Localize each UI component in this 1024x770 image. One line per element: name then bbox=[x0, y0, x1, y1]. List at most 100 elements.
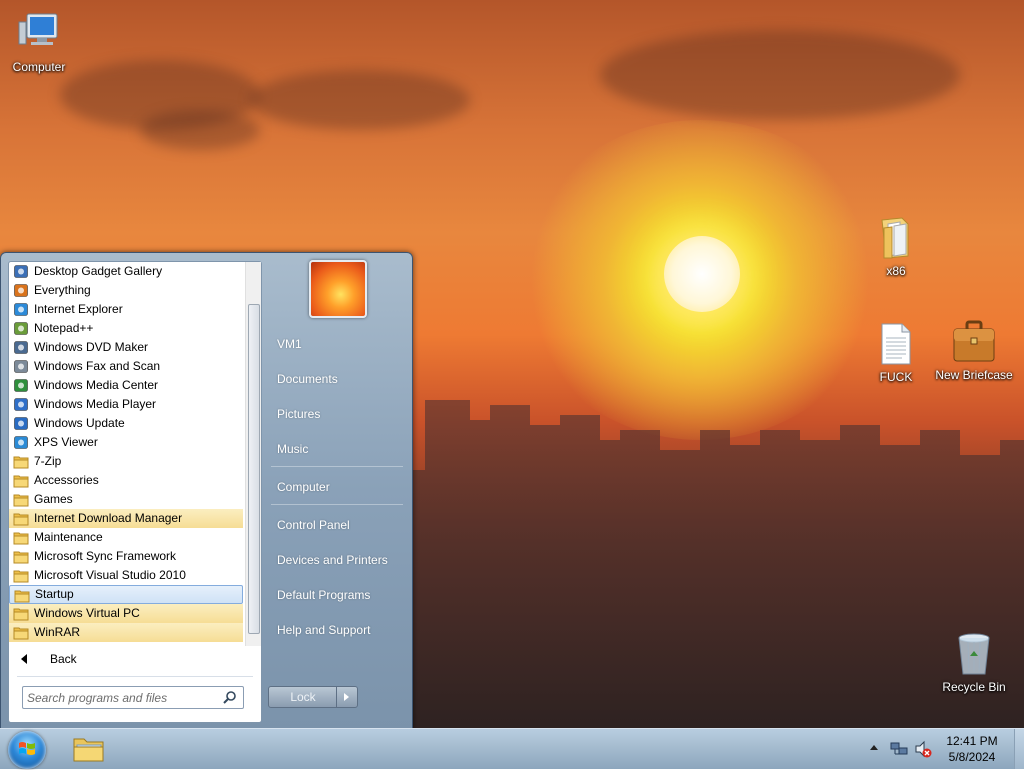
network-icon[interactable] bbox=[890, 741, 908, 757]
windows-logo-icon bbox=[19, 742, 35, 755]
dvd-icon bbox=[13, 340, 29, 355]
folder-icon bbox=[13, 530, 29, 545]
program-item[interactable]: Internet Download Manager bbox=[9, 509, 243, 528]
text-file-icon bbox=[872, 320, 920, 368]
user-picture[interactable] bbox=[309, 260, 367, 318]
start-menu-link-devices-and-printers[interactable]: Devices and Printers bbox=[269, 545, 413, 575]
program-item[interactable]: Internet Explorer bbox=[9, 300, 243, 319]
program-item[interactable]: Microsoft Visual Studio 2010 bbox=[9, 566, 243, 585]
program-label: Microsoft Sync Framework bbox=[34, 549, 177, 563]
media-center-icon bbox=[13, 378, 29, 393]
clock-date: 5/8/2024 bbox=[948, 750, 996, 764]
search-icon[interactable] bbox=[223, 690, 237, 704]
start-menu-link-user[interactable]: VM1 bbox=[269, 329, 413, 359]
search-box[interactable] bbox=[22, 686, 244, 709]
program-item[interactable]: Notepad++ bbox=[9, 319, 243, 338]
program-item[interactable]: Windows Media Player bbox=[9, 395, 243, 414]
program-item[interactable]: Startup bbox=[9, 585, 243, 604]
program-item[interactable]: 7-Zip bbox=[9, 452, 243, 471]
programs-scrollbar[interactable] bbox=[245, 262, 261, 646]
program-item[interactable]: Games bbox=[9, 490, 243, 509]
desktop-icon-label: Computer bbox=[12, 60, 66, 74]
start-menu-link-pictures[interactable]: Pictures bbox=[269, 399, 413, 429]
program-label: Internet Explorer bbox=[34, 302, 123, 316]
folder-icon bbox=[13, 568, 29, 583]
program-item[interactable]: WinRAR bbox=[9, 623, 243, 642]
update-icon bbox=[13, 416, 29, 431]
all-programs-list: Desktop Gadget Gallery Everything Internet… bbox=[9, 262, 243, 646]
briefcase-icon bbox=[950, 318, 998, 366]
fax-icon bbox=[13, 359, 29, 374]
program-label: Windows Update bbox=[34, 416, 125, 430]
start-menu-link-help-and-support[interactable]: Help and Support bbox=[269, 615, 413, 645]
desktop-icon-text-file[interactable]: FUCK bbox=[851, 320, 941, 384]
program-item[interactable]: XPS Viewer bbox=[9, 433, 243, 452]
program-label: XPS Viewer bbox=[34, 435, 98, 449]
scrollbar-thumb[interactable] bbox=[248, 304, 260, 634]
start-menu-link-control-panel[interactable]: Control Panel bbox=[269, 510, 413, 540]
back-label: Back bbox=[50, 652, 77, 666]
divider bbox=[271, 466, 403, 467]
program-item[interactable]: Windows Fax and Scan bbox=[9, 357, 243, 376]
program-label: Desktop Gadget Gallery bbox=[34, 264, 163, 278]
program-label: Maintenance bbox=[34, 530, 103, 544]
program-item[interactable]: Maintenance bbox=[9, 528, 243, 547]
shutdown-options-button[interactable] bbox=[336, 686, 358, 708]
system-clock[interactable]: 12:41 PM 5/8/2024 bbox=[930, 733, 1014, 765]
computer-icon bbox=[15, 10, 63, 58]
program-label: Games bbox=[34, 492, 73, 506]
recycle-bin-icon bbox=[950, 630, 998, 678]
magnifier-icon bbox=[13, 283, 29, 298]
search-input[interactable] bbox=[25, 688, 219, 707]
program-item[interactable]: Windows Virtual PC bbox=[9, 604, 243, 623]
start-menu-link-computer[interactable]: Computer bbox=[269, 472, 413, 502]
folder-icon bbox=[13, 606, 29, 621]
program-label: Everything bbox=[34, 283, 91, 297]
program-label: Windows DVD Maker bbox=[34, 340, 149, 354]
program-label: Startup bbox=[35, 587, 74, 601]
program-item[interactable]: Windows Update bbox=[9, 414, 243, 433]
lock-button[interactable]: Lock bbox=[268, 686, 338, 708]
folder-icon bbox=[73, 738, 104, 762]
folder-icon bbox=[13, 549, 29, 564]
desktop-icon-label: x86 bbox=[886, 264, 906, 278]
program-label: Internet Download Manager bbox=[34, 511, 183, 525]
start-button[interactable] bbox=[8, 731, 46, 769]
show-hidden-icons-button[interactable] bbox=[870, 745, 878, 750]
start-menu-programs-pane: Desktop Gadget Gallery Everything Internet… bbox=[8, 261, 262, 723]
program-item[interactable]: Windows DVD Maker bbox=[9, 338, 243, 357]
program-item[interactable]: Windows Media Center bbox=[9, 376, 243, 395]
divider bbox=[271, 504, 403, 505]
program-item[interactable]: Everything bbox=[9, 281, 243, 300]
program-label: Accessories bbox=[34, 473, 99, 487]
notepad-icon bbox=[13, 321, 29, 336]
folder-icon bbox=[13, 473, 29, 488]
program-label: Windows Fax and Scan bbox=[34, 359, 161, 373]
divider bbox=[17, 676, 253, 677]
program-label: Windows Virtual PC bbox=[34, 606, 140, 620]
start-menu-link-documents[interactable]: Documents bbox=[269, 364, 413, 394]
desktop-icon-briefcase[interactable]: New Briefcase bbox=[929, 318, 1019, 382]
clock-time: 12:41 PM bbox=[946, 734, 998, 748]
explorer-taskbar-button[interactable] bbox=[68, 731, 110, 767]
show-desktop-button[interactable] bbox=[1014, 729, 1024, 769]
program-label: 7-Zip bbox=[34, 454, 62, 468]
start-menu-link-default-programs[interactable]: Default Programs bbox=[269, 580, 413, 610]
program-label: Windows Media Center bbox=[34, 378, 159, 392]
desktop-icon-computer[interactable]: Computer bbox=[0, 10, 84, 74]
program-label: Microsoft Visual Studio 2010 bbox=[34, 568, 186, 582]
desktop-icon-label: FUCK bbox=[879, 370, 913, 384]
folder-icon bbox=[13, 511, 29, 526]
start-menu-link-music[interactable]: Music bbox=[269, 434, 413, 464]
program-item[interactable]: Accessories bbox=[9, 471, 243, 490]
program-item[interactable]: Desktop Gadget Gallery bbox=[9, 262, 243, 281]
taskbar: 12:41 PM 5/8/2024 bbox=[0, 728, 1024, 769]
program-item[interactable]: Microsoft Sync Framework bbox=[9, 547, 243, 566]
desktop-icon-label: Recycle Bin bbox=[942, 680, 1006, 694]
program-label: Windows Media Player bbox=[34, 397, 157, 411]
desktop-icon-label: New Briefcase bbox=[935, 368, 1013, 382]
desktop-icon-recycle-bin[interactable]: Recycle Bin bbox=[929, 630, 1019, 694]
xps-icon bbox=[13, 435, 29, 450]
back-button[interactable]: Back bbox=[9, 648, 259, 670]
desktop-icon-x86[interactable]: x86 bbox=[851, 214, 941, 278]
